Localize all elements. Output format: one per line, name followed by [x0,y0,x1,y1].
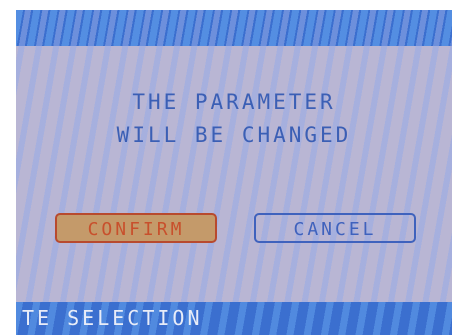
cancel-button[interactable]: CANCEL [254,213,416,243]
lcd-screen: THE PARAMETER WILL BE CHANGED CONFIRM CA… [16,10,452,335]
status-text: TE SELECTION [22,306,203,330]
confirm-button[interactable]: CONFIRM [55,213,217,243]
title-bar [16,10,452,46]
device-frame: THE PARAMETER WILL BE CHANGED CONFIRM CA… [0,0,460,335]
message-line-2: WILL BE CHANGED [116,123,352,147]
message-line-1: THE PARAMETER [132,90,336,114]
